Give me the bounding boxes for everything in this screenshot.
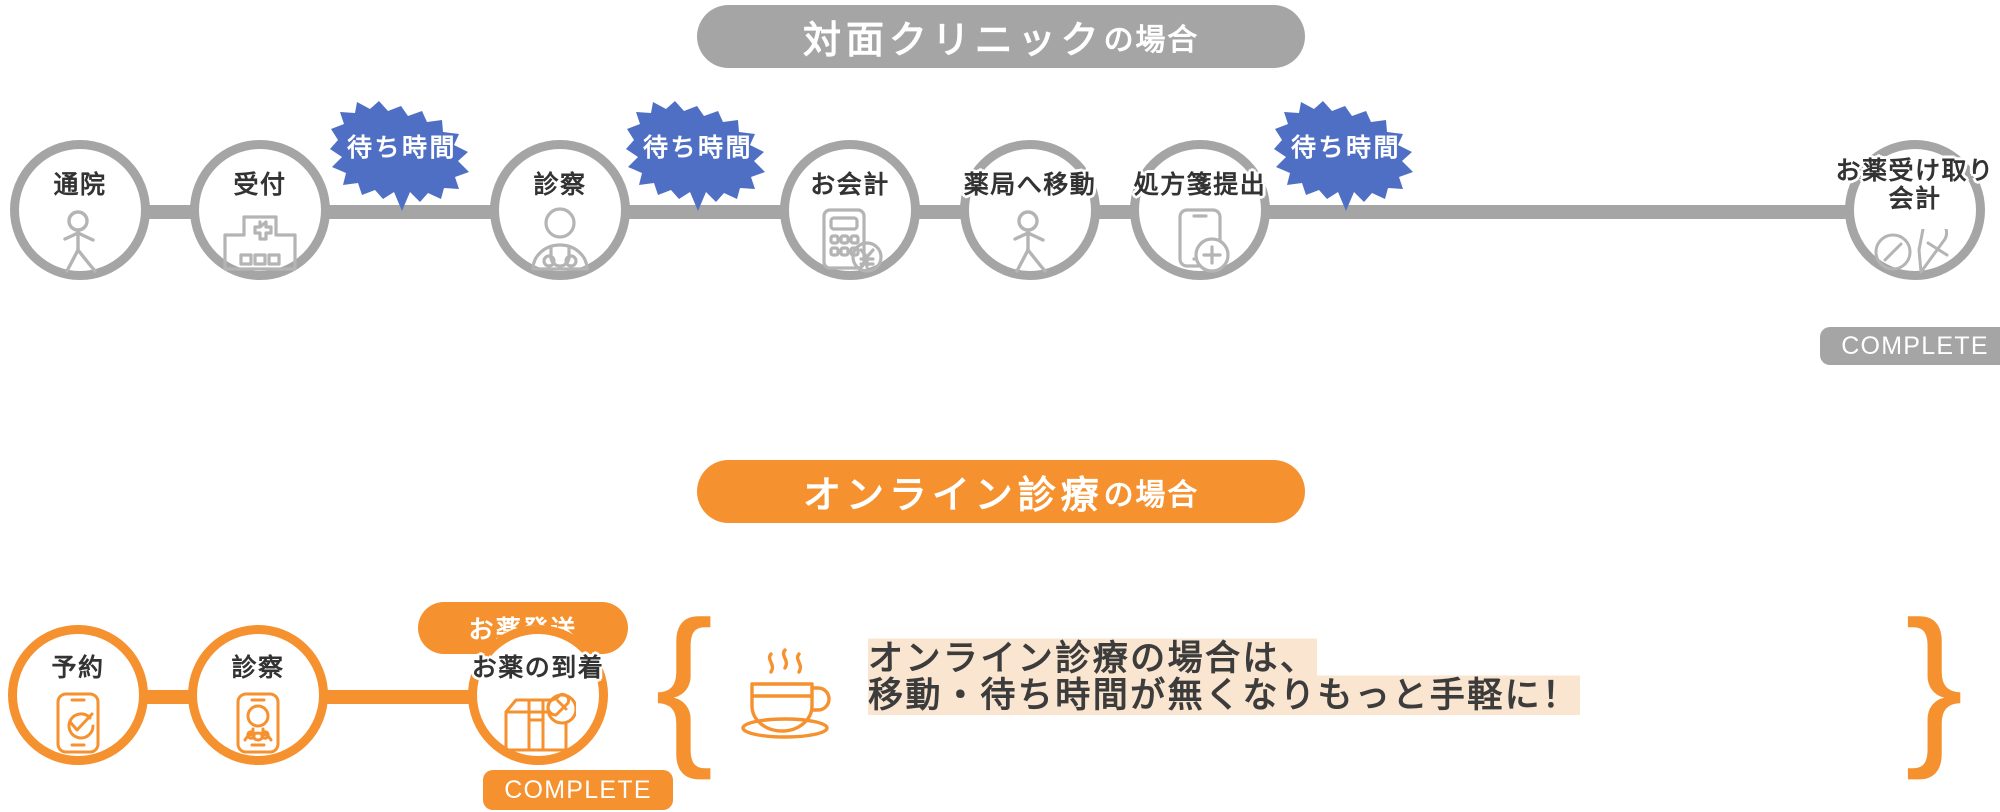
coffee-cup-icon [735,648,839,749]
step-label: 予約 [51,654,105,682]
step-label: 診察 [231,654,285,682]
step-label: お薬の到着 [471,654,605,682]
step-node-yoyaku: 予約 [8,625,148,765]
infographic-root: 対面クリニック の場合 通院 受付 待ち時間 診察 待ち時間 お会計 薬局へ移動… [0,0,2000,812]
brace-close: } [1905,586,1964,781]
benefit-note-line2: 移動・待ち時間が無くなりもっと手軽に！ [868,673,1580,718]
benefit-note-line1: オンライン診療の場合は、 [868,636,1318,680]
brace-open: { [655,586,714,781]
phone-doctor-icon [230,692,286,754]
package-pill-icon [500,692,576,754]
benefit-note: オンライン診療の場合は、 移動・待ち時間が無くなりもっと手軽に！ [868,636,1580,718]
online-flow-row: 予約 診察 お薬の到着 COMPLETE {オンライン診療の場合は、 移動・待… [0,0,2000,812]
phone-check-icon [50,692,106,754]
step-node-shinsatsu-online: 診察 [188,625,328,765]
step-node-okusuri-touchaku: お薬の到着 [468,625,608,765]
complete-badge: COMPLETE [483,770,673,810]
